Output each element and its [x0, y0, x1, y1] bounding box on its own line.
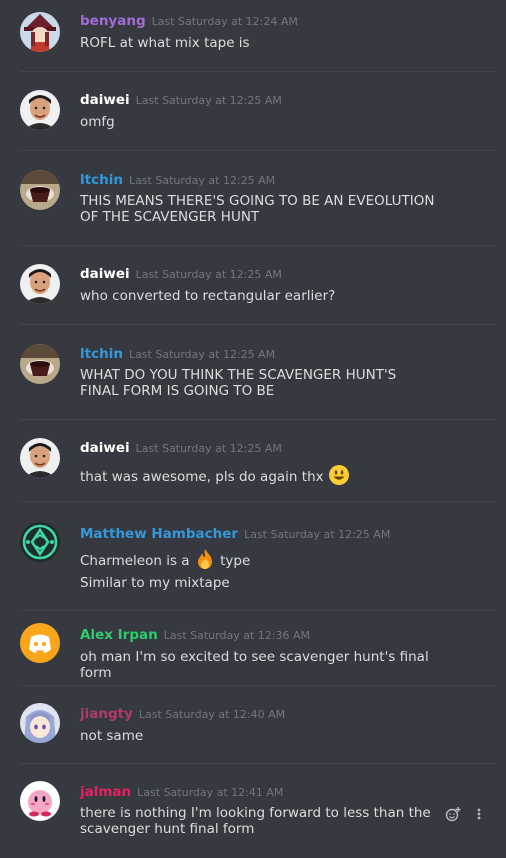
message-author[interactable]: daiwei Last Saturday at 12:25 AM — [80, 439, 282, 458]
message-text: who converted to rectangular earlier? — [80, 288, 460, 304]
timestamp: Last Saturday at 12:25 AM — [128, 348, 276, 361]
divider — [20, 324, 496, 325]
divider — [20, 71, 496, 72]
message-line: that was awesome, pls do again thx — [80, 469, 324, 485]
message-author[interactable]: Matthew Hambacher Last Saturday at 12:25 … — [80, 525, 390, 544]
message-author[interactable]: daiwei Last Saturday at 12:25 AM — [80, 91, 282, 110]
timestamp: Last Saturday at 12:24 AM — [151, 15, 298, 28]
timestamp: Last Saturday at 12:40 AM — [138, 708, 286, 721]
message-text: WHAT DO YOU THINK THE SCAVENGER HUNT'S F… — [80, 367, 460, 399]
message-author[interactable]: jiangty Last Saturday at 12:40 AM — [80, 705, 285, 724]
avatar-ltchin[interactable] — [20, 170, 60, 210]
smiley-emoji[interactable] — [328, 464, 350, 490]
message-text: ROFL at what mix tape is — [80, 35, 460, 51]
message-line: THIS MEANS THERE'S GOING TO BE AN EVEOLU… — [80, 193, 435, 209]
message-line: there is nothing I'm looking forward to … — [80, 805, 431, 821]
timestamp: Last Saturday at 12:25 AM — [135, 94, 282, 107]
message-line: oh man I'm so excited to see scavenger h… — [80, 649, 429, 681]
message-line: not same — [80, 728, 144, 744]
author-name[interactable]: daiwei — [80, 266, 130, 282]
divider — [20, 419, 496, 420]
avatar-jiangty[interactable] — [20, 703, 60, 743]
more-options-icon[interactable] — [476, 806, 482, 826]
author-name[interactable]: ltchin — [80, 346, 123, 362]
author-name[interactable]: ltchin — [80, 172, 123, 188]
timestamp: Last Saturday at 12:41 AM — [137, 786, 284, 799]
divider — [20, 610, 496, 611]
avatar-benyang[interactable] — [20, 12, 60, 52]
message-line: ROFL at what mix tape is — [80, 35, 250, 51]
message-text: oh man I'm so excited to see scavenger h… — [80, 649, 460, 681]
message-line: Similar to my mixtape — [80, 575, 230, 591]
author-name[interactable]: benyang — [80, 13, 146, 29]
avatar-jalman[interactable] — [20, 781, 60, 821]
author-name[interactable]: Matthew Hambacher — [80, 526, 238, 542]
author-name[interactable]: daiwei — [80, 440, 130, 456]
timestamp: Last Saturday at 12:36 AM — [163, 629, 310, 642]
message-text: that was awesome, pls do again thx — [80, 464, 460, 490]
author-name[interactable]: daiwei — [80, 92, 130, 108]
avatar-daiwei[interactable] — [20, 438, 60, 478]
avatar-daiwei[interactable] — [20, 90, 60, 130]
message-line: OF THE SCAVENGER HUNT — [80, 209, 260, 225]
message-author[interactable]: Alex Irpan Last Saturday at 12:36 AM — [80, 626, 310, 645]
message-text: Charmeleon is a type — [80, 548, 460, 574]
message-line: omfg — [80, 114, 115, 130]
timestamp: Last Saturday at 12:25 AM — [244, 528, 391, 541]
divider — [20, 245, 496, 246]
message-line: FINAL FORM IS GOING TO BE — [80, 383, 275, 399]
avatar-alex-irpan[interactable] — [20, 623, 60, 663]
message-text: not same — [80, 728, 460, 744]
timestamp: Last Saturday at 12:25 AM — [135, 442, 282, 455]
fire-emoji[interactable] — [194, 548, 216, 574]
message-line: scavenger hunt final form — [80, 821, 255, 837]
author-name[interactable]: jiangty — [80, 706, 133, 722]
divider — [20, 150, 496, 151]
avatar-matthew-hambacher[interactable] — [20, 522, 60, 562]
divider — [20, 501, 496, 502]
message-text: omfg — [80, 114, 460, 130]
message-actions — [435, 806, 482, 826]
timestamp: Last Saturday at 12:25 AM — [128, 174, 276, 187]
divider — [20, 763, 496, 764]
avatar-ltchin[interactable] — [20, 344, 60, 384]
message-author[interactable]: daiwei Last Saturday at 12:25 AM — [80, 265, 282, 284]
author-name[interactable]: jalman — [80, 784, 131, 800]
chat-log: benyang Last Saturday at 12:24 AM ROFL at… — [0, 0, 506, 858]
message-author[interactable]: ltchin Last Saturday at 12:25 AM — [80, 171, 275, 190]
message-text: there is nothing I'm looking forward to … — [80, 805, 460, 837]
message-line: WHAT DO YOU THINK THE SCAVENGER HUNT'S — [80, 367, 397, 383]
author-name[interactable]: Alex Irpan — [80, 627, 158, 643]
divider — [20, 685, 496, 686]
message-line: type — [220, 553, 251, 569]
avatar-daiwei[interactable] — [20, 264, 60, 304]
timestamp: Last Saturday at 12:25 AM — [135, 268, 282, 281]
message-author[interactable]: ltchin Last Saturday at 12:25 AM — [80, 345, 275, 364]
add-reaction-icon[interactable] — [445, 806, 461, 826]
message-line: Charmeleon is a — [80, 553, 190, 569]
message-text: Similar to my mixtape — [80, 575, 460, 591]
message-line: who converted to rectangular earlier? — [80, 288, 336, 304]
message-author[interactable]: benyang Last Saturday at 12:24 AM — [80, 12, 298, 31]
message-text: THIS MEANS THERE'S GOING TO BE AN EVEOLU… — [80, 193, 460, 225]
message-author[interactable]: jalman Last Saturday at 12:41 AM — [80, 783, 283, 802]
